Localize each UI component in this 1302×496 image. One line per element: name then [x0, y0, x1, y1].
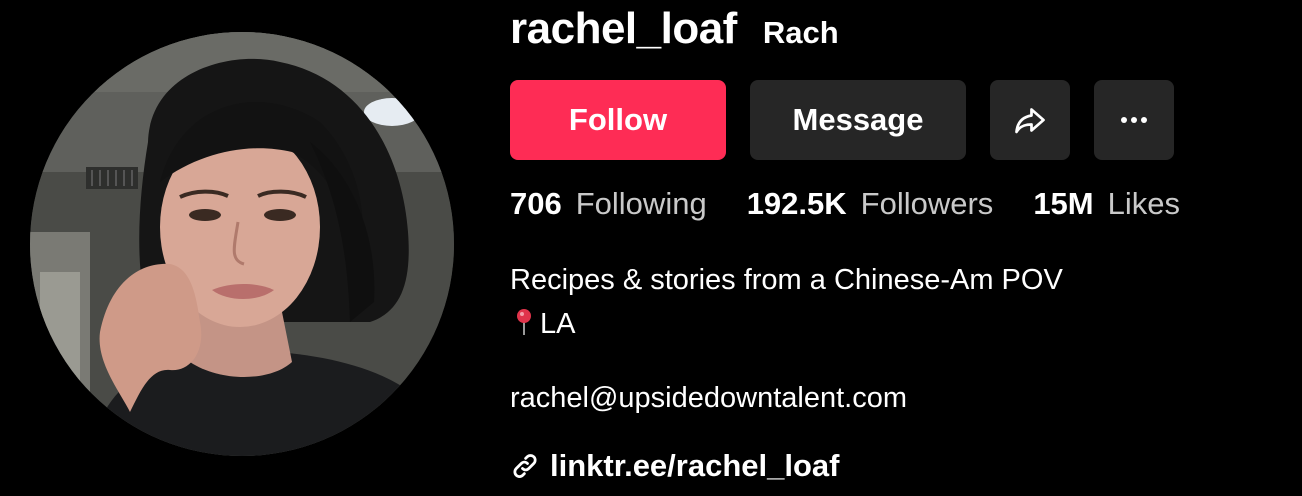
stat-label: Followers [860, 186, 994, 221]
message-button[interactable]: Message [750, 80, 966, 160]
username: rachel_loaf [510, 4, 737, 53]
share-arrow-icon [1015, 108, 1045, 134]
round-pushpin-icon [517, 309, 531, 335]
share-button[interactable] [990, 80, 1070, 160]
follow-button[interactable]: Follow [510, 80, 726, 160]
bio-email: rachel@upsidedowntalent.com [510, 382, 907, 414]
profile-link[interactable]: linktr.ee/rachel_loaf [510, 448, 839, 484]
bio-location: LA [540, 308, 576, 340]
stat-label: Likes [1107, 186, 1180, 221]
avatar-photo [30, 32, 454, 456]
more-button[interactable] [1094, 80, 1174, 160]
profile-avatar[interactable] [30, 32, 454, 456]
more-dots-icon [1121, 117, 1147, 123]
stat-value: 192.5K [746, 186, 847, 221]
bio-location-line: LA [510, 302, 1063, 346]
stat-likes: 15M Likes [1033, 186, 1180, 222]
bio: Recipes & stories from a Chinese-Am POV … [510, 258, 1063, 346]
nickname: Rach [762, 15, 839, 50]
bio-line: Recipes & stories from a Chinese-Am POV [510, 264, 1063, 296]
stat-value: 15M [1033, 186, 1094, 221]
stat-label: Following [575, 186, 707, 221]
name-row: rachel_loaf Rach [510, 4, 839, 53]
link-icon [513, 454, 537, 478]
stat-following[interactable]: 706 Following [510, 186, 707, 222]
stat-followers[interactable]: 192.5K Followers [747, 186, 994, 222]
profile-stats: 706 Following 192.5K Followers 15M Likes [510, 186, 1220, 222]
stat-value: 706 [510, 186, 562, 221]
profile-link-text: linktr.ee/rachel_loaf [550, 448, 840, 483]
